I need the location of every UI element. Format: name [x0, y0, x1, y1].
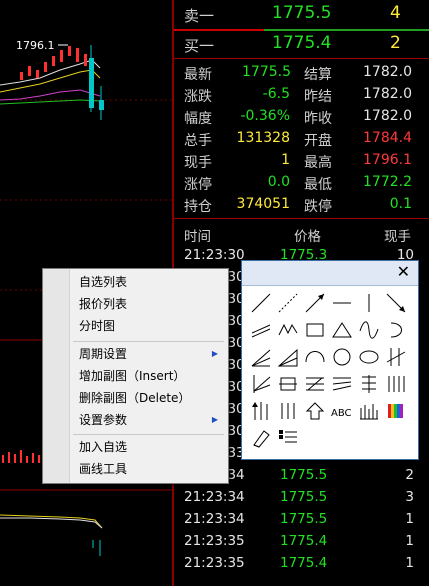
menu-item-add-subchart[interactable]: 增加副图（Insert） [79, 366, 185, 386]
menu-item-drawing-tools[interactable]: 画线工具 [79, 459, 127, 479]
arrow-line-tool-icon[interactable] [305, 293, 325, 313]
volume-bars-tool-icon[interactable] [360, 404, 378, 420]
tool-grid: ABC [251, 293, 406, 448]
tick-row: 21:23:34 1775.5 3 [184, 489, 414, 505]
menu-item-add-watchlist[interactable]: 加入自选 [79, 437, 127, 457]
settings-list-tool-icon[interactable] [279, 430, 297, 443]
eraser-tool-icon[interactable] [253, 430, 270, 448]
quote-row: 持仓 374051 跌停 0.1 [184, 196, 412, 215]
drawing-tools-palette: ✕ ABC [241, 260, 419, 460]
up-arrow-tool-icon[interactable] [305, 402, 325, 420]
ask-label: 卖一 [184, 7, 215, 25]
circle-tool-icon[interactable] [333, 348, 351, 366]
quote-row: 现手 1 最高 1796.1 [184, 152, 412, 171]
quote-row: 总手 131328 开盘 1784.4 [184, 130, 412, 149]
candlesticks [20, 45, 104, 120]
sine-wave-tool-icon[interactable] [359, 321, 379, 339]
quote-row: 涨跌 -6.5 昨结 1782.0 [184, 86, 412, 105]
menu-item-timeshare-chart[interactable]: 分时图 [79, 316, 115, 336]
up-down-arrows-tool-icon[interactable] [252, 402, 268, 420]
menu-item-period-settings[interactable]: 周期设置 [79, 344, 224, 364]
arc-tool-icon[interactable] [390, 322, 402, 338]
fibonacci-fan-tool-icon[interactable] [253, 375, 271, 393]
quote-row: 最新 1775.5 结算 1782.0 [184, 64, 412, 83]
ellipse-tool-icon[interactable] [359, 350, 379, 364]
fan-tool-icon[interactable] [251, 349, 271, 367]
ask-volume: 4 [390, 3, 401, 23]
quote-row: 涨停 0.0 最低 1772.2 [184, 174, 412, 193]
text-abc-tool-icon[interactable]: ABC [331, 408, 352, 419]
bid-volume: 2 [390, 33, 401, 53]
context-menu: 自选列表 报价列表 分时图 周期设置 ▶ 增加副图（Insert） 删除副图（D… [42, 268, 229, 484]
bid-row[interactable]: 买一 1775.4 2 [174, 30, 429, 58]
quote-row: 幅度 -0.36% 昨收 1782.0 [184, 108, 412, 127]
rectangle-tool-icon[interactable] [306, 323, 324, 337]
period-lines-tool-icon[interactable] [388, 376, 405, 392]
color-palette-tool-icon[interactable] [388, 404, 403, 418]
menu-item-quote-list[interactable]: 报价列表 [79, 294, 127, 314]
speed-lines-tool-icon[interactable] [332, 377, 352, 391]
tick-row: 21:23:34 1775.5 1 [184, 511, 414, 527]
menu-item-delete-subchart[interactable]: 删除副图（Delete） [79, 388, 190, 408]
submenu-arrow-icon: ▶ [211, 349, 218, 358]
dashed-line-tool-icon[interactable] [278, 293, 298, 313]
down-arrow-tool-icon[interactable] [386, 293, 406, 313]
gann-angle-tool-icon[interactable] [277, 348, 298, 367]
cycle-lines-tool-icon[interactable] [386, 348, 406, 366]
volume-bars [2, 450, 40, 463]
bid-label: 买一 [184, 37, 215, 55]
ask-price: 1775.5 [272, 3, 332, 23]
tick-header: 时间 价格 现手 [184, 229, 411, 245]
channel-tool-icon[interactable] [279, 377, 297, 391]
regression-tool-icon[interactable] [306, 377, 324, 391]
line-tool-icon[interactable] [251, 293, 271, 313]
half-arc-tool-icon[interactable] [305, 351, 325, 363]
fibonacci-retracement-tool-icon[interactable] [362, 375, 376, 393]
time-zones-tool-icon[interactable] [281, 403, 295, 419]
triangle-tool-icon[interactable] [332, 322, 352, 338]
parallel-lines-tool-icon[interactable] [251, 324, 271, 338]
zigzag-tool-icon[interactable] [278, 323, 298, 336]
tick-row: 21:23:35 1775.4 1 [184, 555, 414, 571]
svg-text:ABC: ABC [331, 408, 352, 419]
palette-titlebar[interactable]: ✕ [242, 261, 418, 286]
bid-price: 1775.4 [272, 33, 332, 53]
tick-row: 21:23:35 1775.4 1 [184, 533, 414, 549]
menu-item-watchlist[interactable]: 自选列表 [79, 272, 127, 292]
menu-item-settings-params[interactable]: 设置参数 [79, 410, 224, 430]
close-icon[interactable]: ✕ [397, 262, 410, 281]
ask-row[interactable]: 卖一 1775.5 4 [174, 0, 429, 28]
high-price-label: 1796.1 [16, 39, 55, 52]
submenu-arrow-icon: ▶ [211, 415, 218, 424]
